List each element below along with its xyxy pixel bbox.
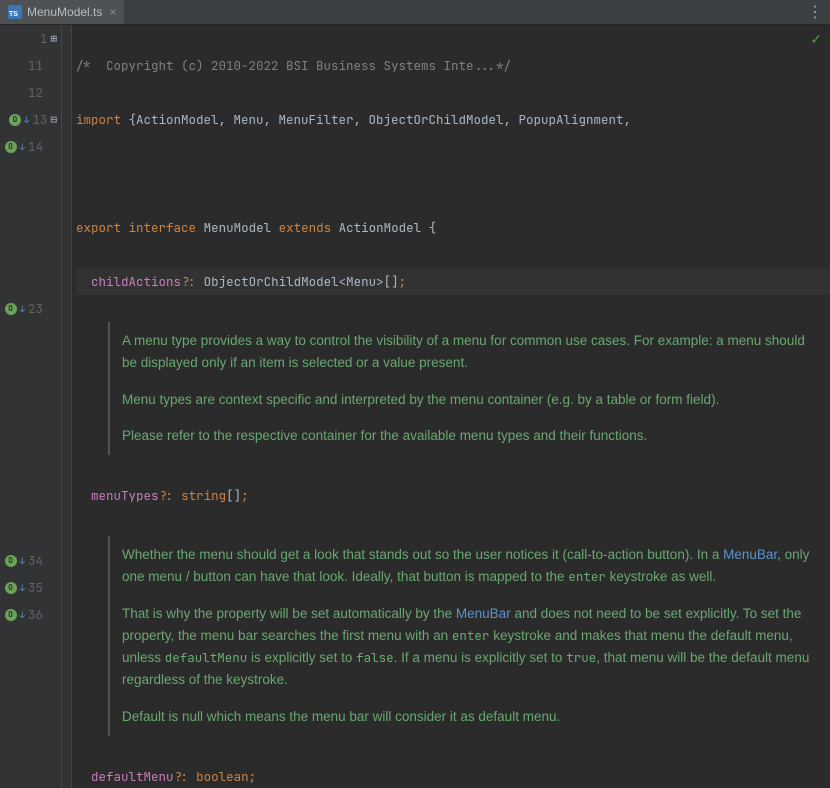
doc-link[interactable]: MenuBar (723, 547, 777, 562)
editor-tabs-bar: TS MenuModel.ts × ⋮ (0, 0, 830, 25)
jsdoc-comment: A menu type provides a way to control th… (108, 322, 830, 455)
override-gutter-icon[interactable]: O (5, 303, 17, 315)
doc-link[interactable]: MenuBar (456, 606, 511, 621)
file-tab-label: MenuModel.ts (27, 5, 102, 19)
fold-gutter[interactable] (62, 25, 72, 788)
code-editor[interactable]: ✓ 1⊞ 11 12 O↓13⊟ O↓14 O↓23 O↓34 O↓35 O↓3… (0, 25, 830, 788)
inspection-ok-icon[interactable]: ✓ (810, 31, 822, 48)
file-tab[interactable]: TS MenuModel.ts × (0, 0, 124, 24)
override-gutter-icon[interactable]: O (9, 114, 21, 126)
override-gutter-icon[interactable]: O (5, 609, 17, 621)
override-gutter-icon[interactable]: O (5, 582, 17, 594)
code-content[interactable]: /* Copyright (c) 2010-2022 BSI Business … (72, 25, 830, 788)
line-number-gutter[interactable]: 1⊞ 11 12 O↓13⊟ O↓14 O↓23 O↓34 O↓35 O↓36 (0, 25, 62, 788)
close-tab-icon[interactable]: × (109, 5, 116, 19)
typescript-file-icon: TS (8, 5, 22, 19)
jsdoc-comment: Whether the menu should get a look that … (108, 536, 830, 736)
more-actions-icon[interactable]: ⋮ (807, 2, 822, 22)
override-gutter-icon[interactable]: O (5, 141, 17, 153)
override-gutter-icon[interactable]: O (5, 555, 17, 567)
